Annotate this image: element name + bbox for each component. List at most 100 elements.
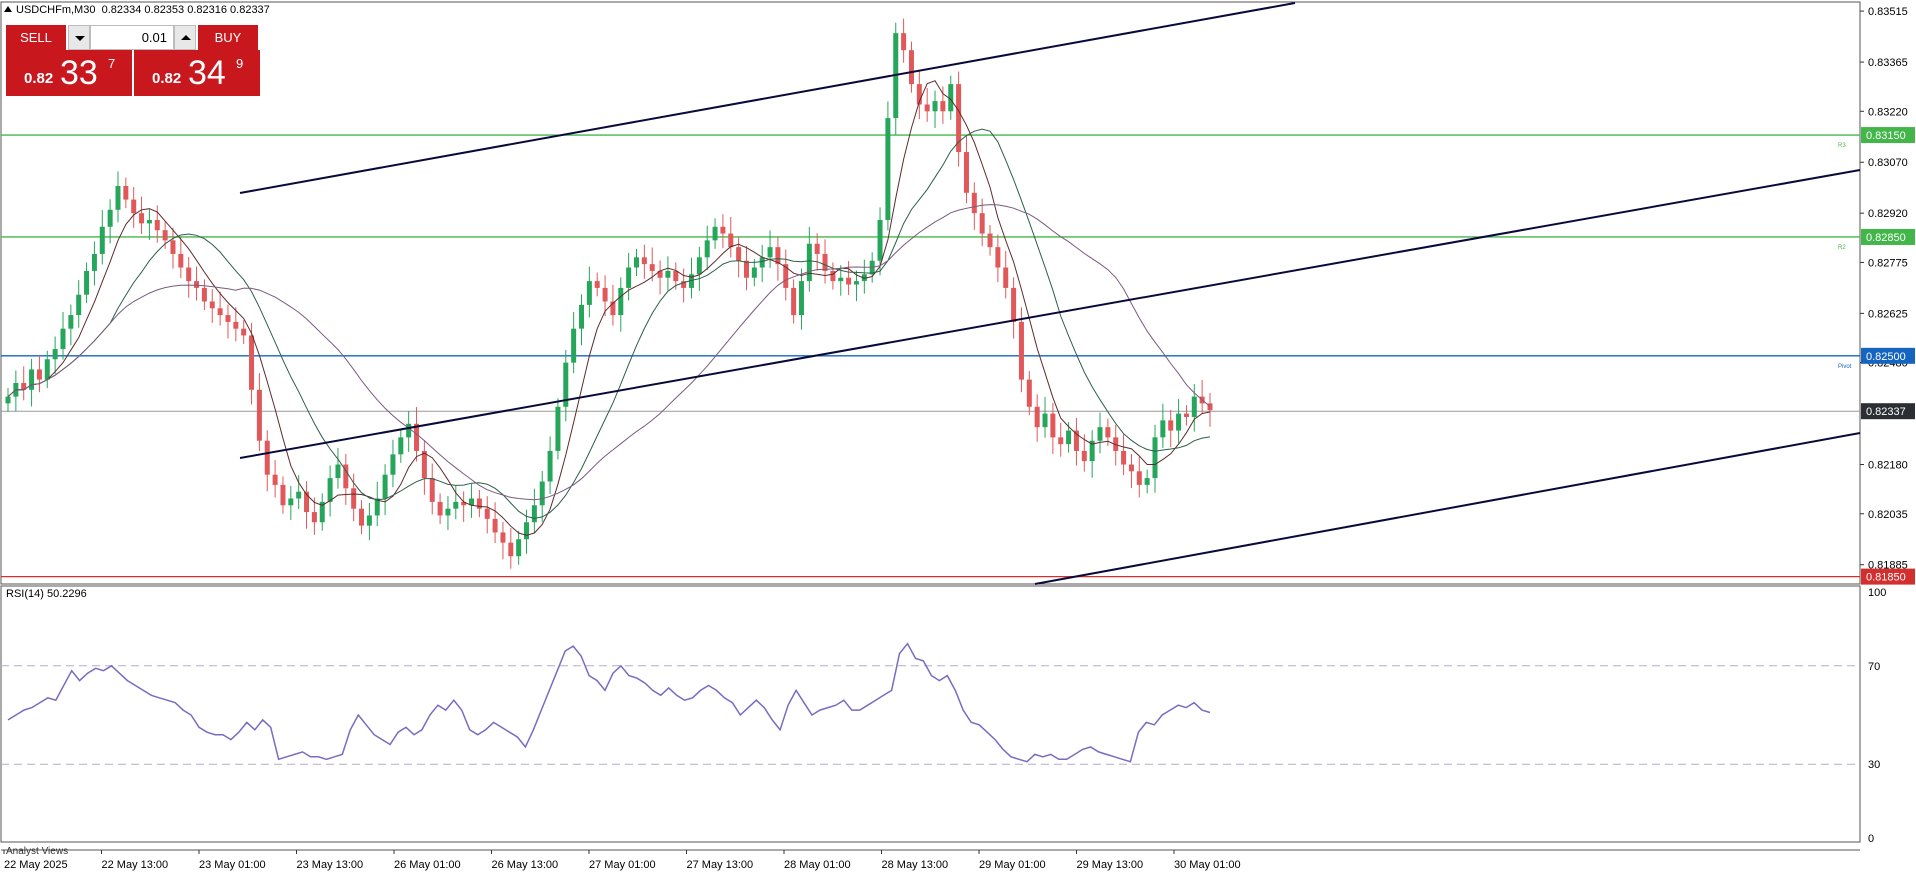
candle-body xyxy=(225,315,231,322)
candle xyxy=(822,239,828,284)
candle xyxy=(1003,250,1009,299)
candle-body xyxy=(846,277,852,285)
candle xyxy=(1034,394,1040,442)
price-chart[interactable]: 0.835150.833650.832200.830700.829200.827… xyxy=(0,0,1916,874)
candle-body xyxy=(115,186,121,210)
candle xyxy=(335,447,341,489)
candle-body xyxy=(398,437,404,455)
candle xyxy=(720,214,726,249)
candle xyxy=(1097,412,1103,454)
candle-body xyxy=(798,281,804,316)
lot-size-input[interactable] xyxy=(90,25,174,50)
sell-price-sup: 7 xyxy=(108,56,116,71)
candle xyxy=(798,268,804,330)
candle-body xyxy=(704,240,710,258)
candle-body xyxy=(665,270,671,278)
rsi-axis-label: 70 xyxy=(1868,661,1880,673)
candle xyxy=(36,354,42,393)
candle xyxy=(374,481,380,526)
candle-body xyxy=(445,508,451,516)
rsi-pane-frame xyxy=(0,585,1861,843)
candle-body xyxy=(29,369,35,390)
candle xyxy=(712,218,718,249)
candle-body xyxy=(524,522,530,540)
candle-body xyxy=(1081,450,1087,462)
candle xyxy=(288,485,294,520)
candle-body xyxy=(1066,430,1072,445)
candle-body xyxy=(751,267,757,278)
candle xyxy=(1011,277,1017,339)
candle-body xyxy=(264,440,270,475)
lot-decrease-icon[interactable] xyxy=(68,25,90,50)
channel-lower-line xyxy=(1034,432,1861,585)
sell-price-box[interactable]: 0.82 33 7 xyxy=(6,50,132,96)
candle xyxy=(626,252,632,301)
candle-body xyxy=(963,152,969,193)
buy-price-box[interactable]: 0.82 34 9 xyxy=(134,50,260,96)
candle xyxy=(547,436,553,495)
candle xyxy=(304,481,310,529)
candle-body xyxy=(280,484,286,506)
lot-increase-icon[interactable] xyxy=(174,25,196,50)
candle-body xyxy=(209,301,215,309)
candle xyxy=(633,248,639,277)
buy-button[interactable]: BUY xyxy=(198,25,258,50)
candle-body xyxy=(767,247,773,258)
candle xyxy=(366,502,372,541)
candle xyxy=(783,249,789,301)
time-tick-label: 29 May 13:00 xyxy=(1077,859,1144,871)
candle-body xyxy=(579,304,585,329)
candle xyxy=(1168,409,1174,448)
candle xyxy=(359,500,365,535)
candle xyxy=(1042,396,1048,438)
level-price-label: 0.83150 xyxy=(1866,130,1906,142)
collapse-triangle-icon[interactable] xyxy=(4,6,12,12)
candle xyxy=(139,196,145,234)
candle xyxy=(563,350,569,422)
candle xyxy=(1207,392,1213,427)
candle-body xyxy=(783,264,789,288)
candle xyxy=(146,209,152,241)
sell-button[interactable]: SELL xyxy=(6,25,66,50)
current-price-label: 0.82337 xyxy=(1866,406,1906,418)
candle xyxy=(123,177,129,209)
candle xyxy=(492,502,498,543)
candle xyxy=(586,266,592,318)
candle-body xyxy=(99,226,105,254)
candle xyxy=(162,221,168,249)
sell-price-big: 33 xyxy=(60,54,98,92)
candle-body xyxy=(390,454,396,475)
candle xyxy=(1183,405,1189,426)
candle-body xyxy=(186,267,192,282)
channel-middle-line xyxy=(239,169,1861,459)
candle xyxy=(131,187,137,228)
candle xyxy=(657,260,663,295)
candle xyxy=(327,465,333,517)
candle xyxy=(791,279,797,324)
candle xyxy=(728,216,734,258)
candle xyxy=(201,279,207,310)
candle xyxy=(641,244,647,279)
candle xyxy=(186,256,192,298)
candle-body xyxy=(327,478,333,502)
price-tick-label: 0.82035 xyxy=(1868,509,1908,521)
candle xyxy=(170,227,176,269)
candle-body xyxy=(1176,413,1182,431)
candle xyxy=(84,262,90,304)
time-tick-label: 23 May 01:00 xyxy=(199,859,266,871)
analyst-views-label[interactable]: Analyst Views xyxy=(6,846,68,857)
candle-body xyxy=(1003,267,1009,288)
candle xyxy=(681,268,687,303)
level-tag: Pivot xyxy=(1838,364,1852,370)
candle-body xyxy=(335,464,341,479)
candle-body xyxy=(84,270,90,295)
candle xyxy=(1160,403,1166,448)
candle xyxy=(343,453,349,505)
candle-body xyxy=(382,474,388,499)
time-tick-label: 27 May 01:00 xyxy=(589,859,656,871)
sell-price-prefix: 0.82 xyxy=(24,70,54,87)
candle xyxy=(1026,371,1032,416)
candle-body xyxy=(217,308,223,316)
candle xyxy=(759,244,765,283)
time-tick-label: 22 May 13:00 xyxy=(102,859,169,871)
